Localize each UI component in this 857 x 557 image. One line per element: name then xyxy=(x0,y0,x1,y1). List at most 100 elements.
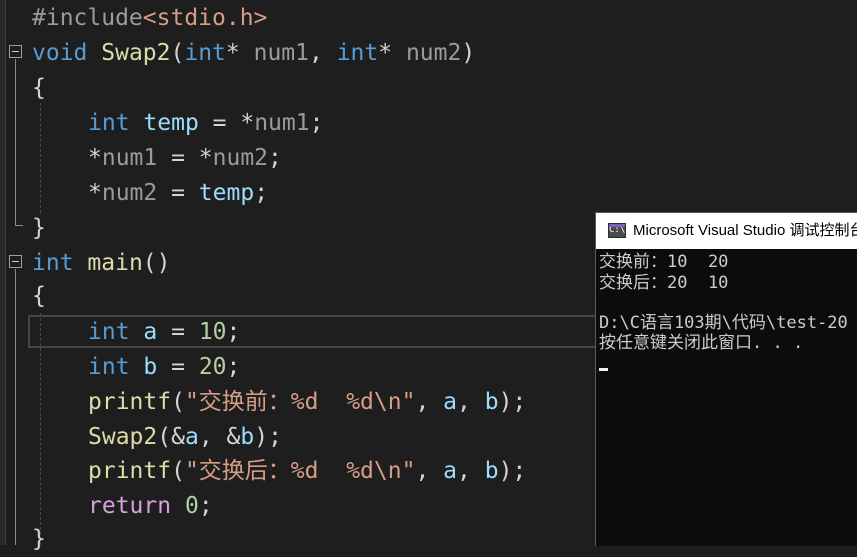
token: printf xyxy=(88,458,172,484)
token: (& xyxy=(157,424,185,450)
token: = xyxy=(157,180,199,206)
token: a xyxy=(143,319,158,345)
code-line[interactable]: int b = 20; xyxy=(88,350,240,385)
token: , xyxy=(415,389,444,415)
console-title: Microsoft Visual Studio 调试控制台 xyxy=(633,222,857,239)
token: b xyxy=(240,424,255,450)
code-line[interactable]: printf("交换前：%d %d\n", a, b); xyxy=(88,385,526,420)
code-line[interactable]: return 0; xyxy=(88,489,213,524)
code-line[interactable]: { xyxy=(32,279,46,314)
code-line[interactable]: *num1 = *num2; xyxy=(88,141,282,176)
code-line[interactable]: int a = 10; xyxy=(88,315,240,350)
code-line[interactable]: } xyxy=(32,211,46,246)
token: #include xyxy=(32,5,143,31)
token: b xyxy=(484,458,499,484)
console-output-line: 按任意键关闭此窗口. . . xyxy=(599,333,804,353)
token: ( xyxy=(171,389,185,415)
code-line[interactable]: int temp = *num1; xyxy=(88,106,323,141)
token: "交换前：%d %d\n" xyxy=(184,389,416,415)
fold-guide-line xyxy=(15,59,16,225)
token: 0 xyxy=(184,493,199,519)
token: ); xyxy=(498,458,527,484)
code-line[interactable]: void Swap2(int* num1, int* num2) xyxy=(32,36,475,71)
token: 10 xyxy=(198,319,227,345)
code-line[interactable]: *num2 = temp; xyxy=(88,176,268,211)
token: , xyxy=(457,389,485,415)
token: b xyxy=(143,354,158,380)
console-output-line: 交换前：10 20 xyxy=(599,252,729,272)
token: num2 xyxy=(405,40,462,66)
token: ; xyxy=(226,354,241,380)
token: "交换后：%d %d\n" xyxy=(184,458,416,484)
token: , xyxy=(457,458,485,484)
token: return xyxy=(88,493,172,519)
code-line[interactable]: { xyxy=(32,71,46,106)
token: = * xyxy=(198,110,255,136)
fold-guide-end xyxy=(15,225,23,226)
token: num1 xyxy=(254,110,310,136)
token: ); xyxy=(254,424,282,450)
token: int xyxy=(32,250,74,276)
editor-margin xyxy=(0,0,6,545)
collapse-box-icon[interactable] xyxy=(9,255,22,268)
token: temp xyxy=(198,180,255,206)
fold-guide-line xyxy=(15,269,16,545)
console-app-icon: C:\ xyxy=(608,223,626,238)
token: int xyxy=(88,110,130,136)
token: num1 xyxy=(101,145,158,171)
token: printf xyxy=(88,389,172,415)
token: { xyxy=(32,283,46,309)
token: int xyxy=(88,319,130,345)
token: ; xyxy=(226,319,241,345)
token: <stdio.h> xyxy=(142,5,268,31)
token: num2 xyxy=(101,180,158,206)
code-line[interactable]: #include<stdio.h> xyxy=(32,1,267,36)
token: main xyxy=(87,250,143,276)
token: num1 xyxy=(253,40,309,66)
token: Swap2 xyxy=(88,424,158,450)
token: ( xyxy=(170,40,185,66)
token: ( xyxy=(171,458,185,484)
token: void xyxy=(32,40,88,66)
token: b xyxy=(484,389,499,415)
token: ; xyxy=(254,180,269,206)
token: 20 xyxy=(198,354,227,380)
token: Swap2 xyxy=(101,40,171,66)
console-output-line: D:\C语言103期\代码\test-20 xyxy=(599,313,848,333)
token: ); xyxy=(498,389,527,415)
token: * xyxy=(378,40,406,66)
code-line[interactable]: Swap2(&a, &b); xyxy=(88,420,282,455)
code-line[interactable]: } xyxy=(32,522,46,557)
token: int xyxy=(336,40,379,66)
token: = xyxy=(157,354,199,380)
console-titlebar[interactable]: C:\ Microsoft Visual Studio 调试控制台 xyxy=(596,213,857,249)
token: () xyxy=(142,250,171,276)
token: = xyxy=(157,319,199,345)
collapse-box-icon[interactable] xyxy=(9,45,22,58)
token: * xyxy=(88,180,102,206)
code-line[interactable]: printf("交换后：%d %d\n", a, b); xyxy=(88,454,526,489)
token: ) xyxy=(461,40,476,66)
console-cursor xyxy=(599,368,608,371)
token: { xyxy=(32,75,46,101)
token: ; xyxy=(268,145,282,171)
token: * xyxy=(88,145,102,171)
token: temp xyxy=(143,110,199,136)
token: ; xyxy=(198,493,213,519)
code-line[interactable]: int main() xyxy=(32,246,171,281)
token: a xyxy=(184,424,199,450)
indent-guide xyxy=(40,103,41,213)
token: * xyxy=(225,40,254,66)
debug-console-window[interactable]: C:\ Microsoft Visual Studio 调试控制台 交换前：10… xyxy=(595,212,857,546)
token: a xyxy=(443,458,457,484)
token: , xyxy=(309,40,337,66)
token: = * xyxy=(157,145,213,171)
token: } xyxy=(32,526,46,552)
token: ; xyxy=(309,110,324,136)
